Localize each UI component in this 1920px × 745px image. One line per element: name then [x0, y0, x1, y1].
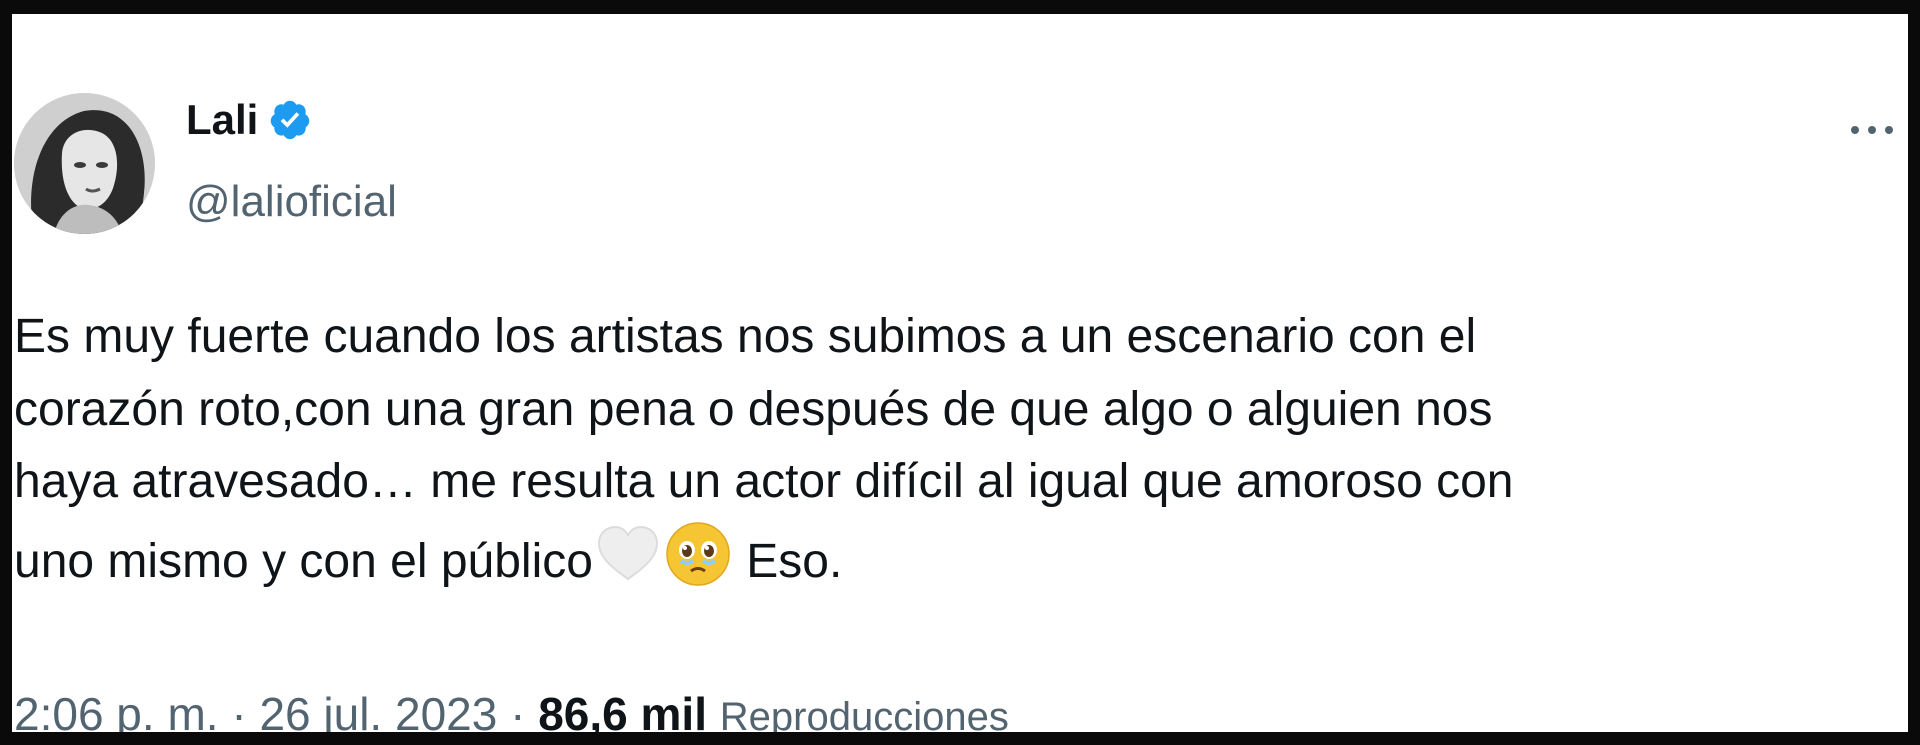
meta-separator: · — [510, 688, 526, 732]
tweet-line-2: corazón roto,con una gran pena o después… — [14, 382, 1493, 436]
views-count[interactable]: 86,6 mil — [538, 688, 707, 732]
tweet-time[interactable]: 2:06 p. m. — [14, 688, 219, 732]
face-holding-back-tears-icon — [663, 519, 733, 589]
display-name[interactable]: Lali — [186, 94, 258, 146]
author-handle[interactable]: @lalioficial — [186, 176, 397, 228]
tweet-meta: 2:06 p. m. · 26 jul. 2023 · 86,6 mil Rep… — [14, 684, 1009, 732]
meta-separator: · — [231, 688, 247, 732]
tweet-text: Es muy fuerte cuando los artistas nos su… — [14, 301, 1894, 591]
author-name-row: Lali — [186, 94, 312, 146]
tweet-line-1: Es muy fuerte cuando los artistas nos su… — [14, 310, 1477, 363]
tweet-line-4: uno mismo y con el público Eso. — [14, 519, 1894, 592]
tweet-line-4-text: uno mismo y con el público — [14, 534, 593, 588]
verified-badge-icon[interactable] — [268, 98, 312, 142]
avatar[interactable] — [14, 93, 155, 234]
tweet-card: Lali @lalioficial Es muy fuerte cuando l… — [12, 14, 1908, 732]
tweet-date[interactable]: 26 jul. 2023 — [259, 688, 497, 732]
views-label[interactable]: Reproducciones — [720, 695, 1009, 732]
ellipsis-icon — [1851, 126, 1893, 134]
tweet-line-3: haya atravesado… me resulta un actor dif… — [14, 455, 1514, 508]
tweet-line-4-end: Eso. — [732, 534, 843, 588]
more-options-button[interactable] — [1842, 110, 1902, 150]
white-heart-icon — [593, 519, 663, 589]
